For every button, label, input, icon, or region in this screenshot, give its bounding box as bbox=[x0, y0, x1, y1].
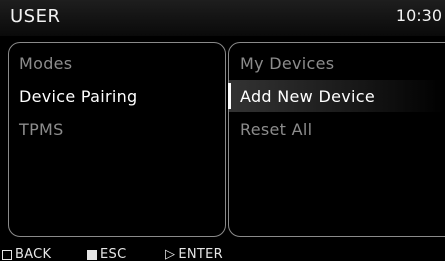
clock: 10:30 bbox=[395, 6, 442, 25]
footer-key-hints: BACK ESC ▷ ENTER bbox=[0, 244, 445, 261]
enter-key-hint[interactable]: ▷ ENTER bbox=[165, 247, 223, 261]
esc-label: ESC bbox=[100, 247, 127, 261]
triangle-right-icon: ▷ bbox=[165, 247, 176, 261]
enter-label: ENTER bbox=[178, 247, 223, 261]
submenu-item-add-new-device[interactable]: Add New Device bbox=[240, 87, 375, 106]
esc-key-hint[interactable]: ESC bbox=[87, 247, 126, 261]
square-filled-icon bbox=[87, 249, 97, 260]
header-bar: USER 10:30 bbox=[0, 0, 445, 36]
square-outline-icon bbox=[2, 249, 12, 260]
back-label: BACK bbox=[15, 247, 52, 261]
menu-item-tpms[interactable]: TPMS bbox=[19, 120, 64, 139]
submenu-item-my-devices[interactable]: My Devices bbox=[240, 54, 334, 73]
selection-cursor bbox=[228, 83, 231, 109]
back-key-hint[interactable]: BACK bbox=[2, 247, 51, 261]
menu-item-device-pairing[interactable]: Device Pairing bbox=[19, 87, 138, 106]
submenu-item-reset-all[interactable]: Reset All bbox=[240, 120, 312, 139]
page-title: USER bbox=[10, 6, 61, 27]
menu-item-modes[interactable]: Modes bbox=[19, 54, 72, 73]
